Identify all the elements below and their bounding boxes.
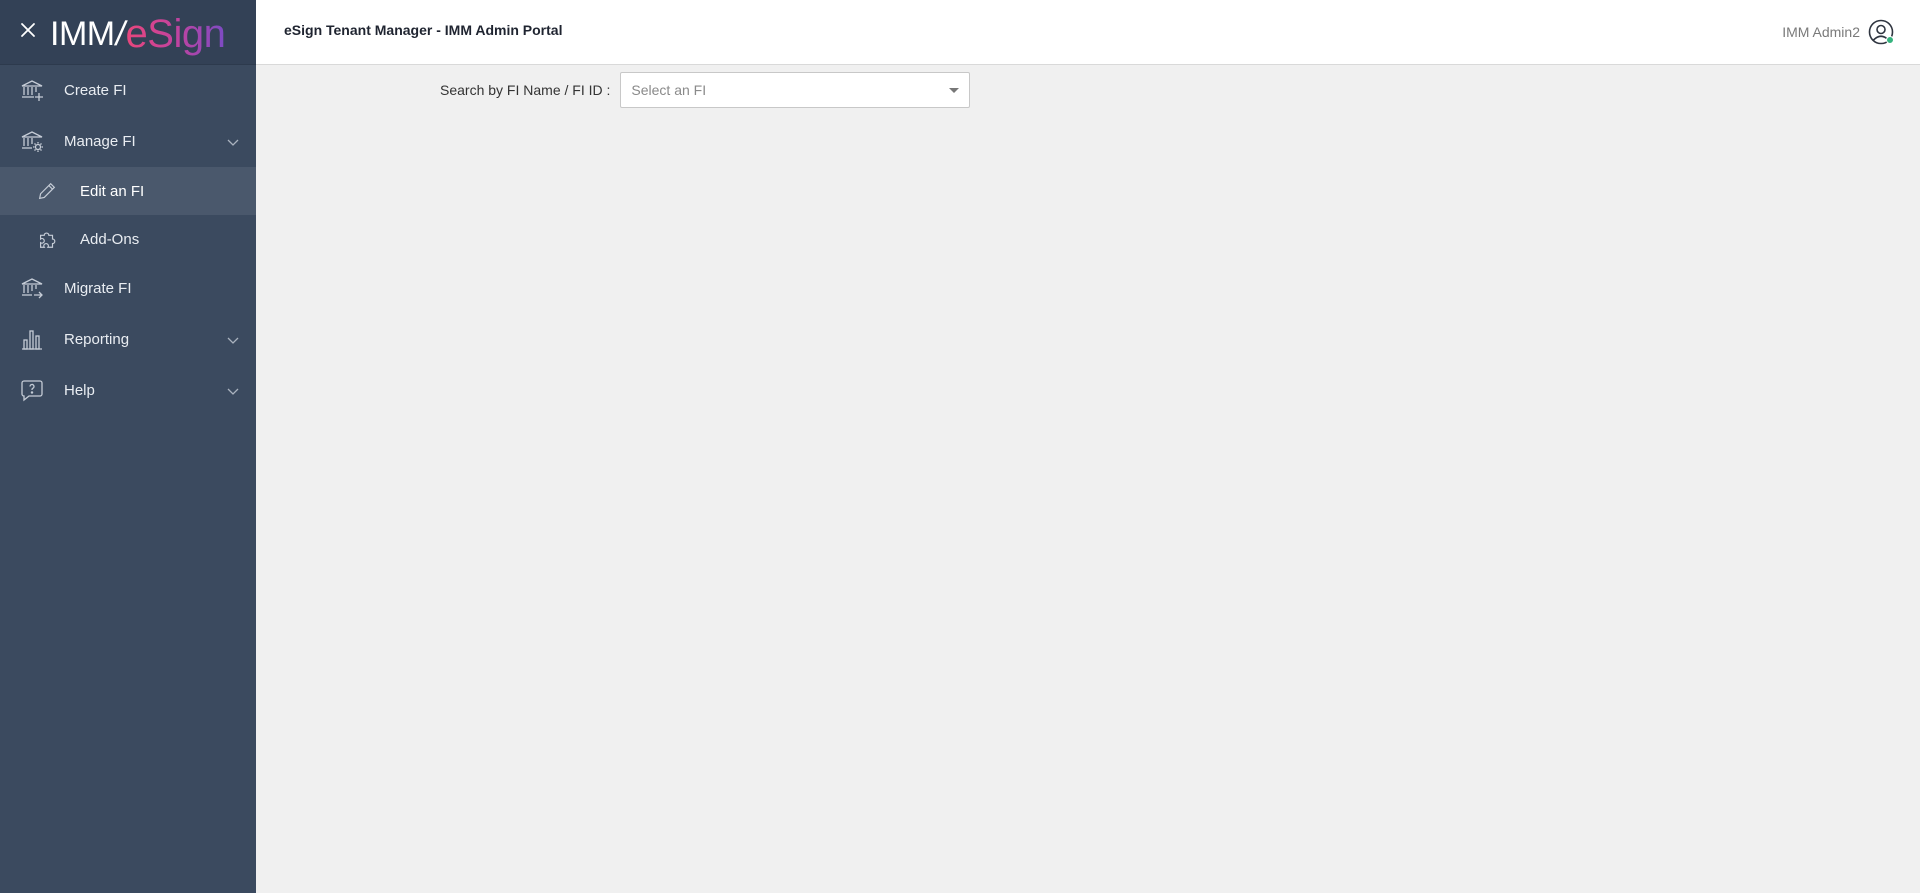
fi-search-label: Search by FI Name / FI ID : [440, 82, 611, 98]
sidebar-item-migrate-fi[interactable]: Migrate FI [0, 263, 256, 314]
sidebar: IMM / eSign Create FI Manage FI Edit an FI [0, 0, 256, 893]
chevron-down-icon [227, 139, 239, 146]
bank-plus-icon [21, 80, 43, 101]
sidebar-item-label: Help [64, 382, 95, 399]
sidebar-item-reporting[interactable]: Reporting [0, 314, 256, 365]
brand-bar: IMM / eSign [0, 0, 256, 65]
online-status-dot [1886, 36, 1894, 44]
sidebar-item-label: Create FI [64, 82, 127, 99]
user-name: IMM Admin2 [1782, 24, 1860, 40]
chevron-down-icon [227, 388, 239, 395]
chevron-down-icon [227, 337, 239, 344]
sidebar-subitem-add-ons[interactable]: Add-Ons [0, 215, 256, 263]
sidebar-subitem-label: Add-Ons [80, 230, 140, 248]
logo-imm-text: IMM [50, 15, 115, 53]
sidebar-item-help[interactable]: Help [0, 365, 256, 416]
user-avatar-icon [1868, 19, 1894, 45]
sidebar-item-label: Reporting [64, 331, 130, 348]
logo-esign-text: eSign [125, 12, 226, 56]
pencil-icon [38, 182, 56, 200]
dropdown-caret-icon [949, 88, 960, 93]
imm-esign-logo: IMM / eSign [50, 6, 226, 56]
sidebar-subitem-edit-fi[interactable]: Edit an FI [0, 167, 256, 215]
bar-chart-icon [22, 330, 42, 350]
sidebar-subitem-label: Edit an FI [80, 182, 145, 200]
fi-select-dropdown[interactable]: Select an FI [620, 72, 971, 108]
bank-gear-icon [21, 131, 43, 152]
sidebar-item-label: Migrate FI [64, 280, 132, 297]
sidebar-nav: Create FI Manage FI Edit an FI Add-Ons M… [0, 65, 256, 416]
fi-select-placeholder: Select an FI [631, 82, 707, 98]
fi-search-row: Search by FI Name / FI ID : Select an FI [440, 72, 971, 108]
close-sidebar-button[interactable] [18, 20, 38, 40]
page-title: eSign Tenant Manager - IMM Admin Portal [284, 22, 563, 38]
bank-arrow-icon [21, 278, 43, 299]
sidebar-item-create-fi[interactable]: Create FI [0, 65, 256, 116]
help-chat-icon [21, 380, 43, 402]
sidebar-item-manage-fi[interactable]: Manage FI [0, 116, 256, 167]
top-header: eSign Tenant Manager - IMM Admin Portal … [256, 0, 1920, 65]
sidebar-item-label: Manage FI [64, 133, 136, 150]
close-icon [21, 23, 35, 37]
puzzle-icon [39, 232, 56, 248]
user-menu[interactable]: IMM Admin2 [1782, 19, 1894, 45]
